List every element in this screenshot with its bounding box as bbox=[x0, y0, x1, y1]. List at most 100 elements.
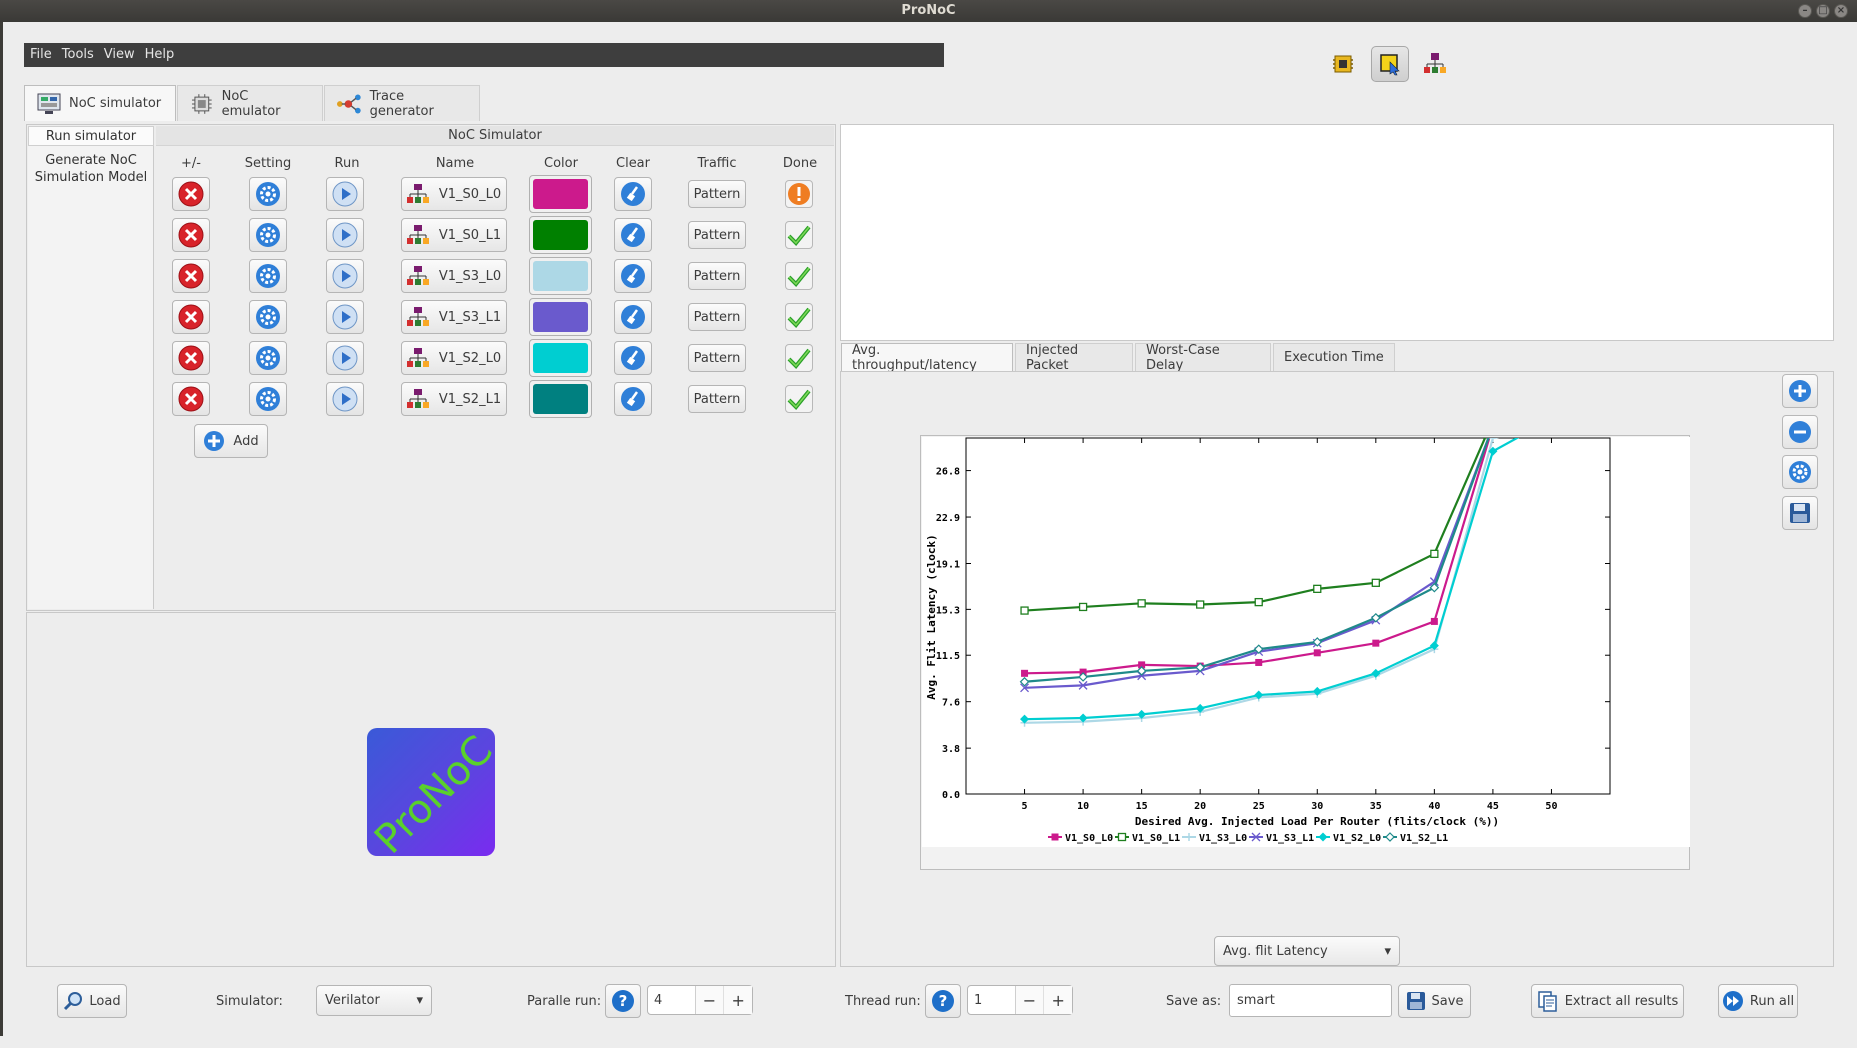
row-clear-button[interactable] bbox=[614, 259, 652, 293]
simulator-icon bbox=[37, 93, 61, 114]
remove-row-button[interactable] bbox=[172, 300, 210, 334]
row-traffic-button[interactable]: Pattern bbox=[688, 344, 746, 372]
zoom-out-button[interactable] bbox=[1782, 415, 1818, 449]
menu-help[interactable]: Help bbox=[140, 43, 180, 67]
load-button[interactable]: Load bbox=[57, 984, 127, 1018]
row-name-button[interactable]: V1_S3_L0 bbox=[401, 259, 507, 293]
row-settings-button[interactable] bbox=[249, 382, 287, 416]
topology-icon[interactable] bbox=[1419, 48, 1451, 80]
check-icon bbox=[787, 225, 811, 246]
tab-noc-simulator[interactable]: NoC simulator bbox=[24, 85, 176, 121]
row-run-button[interactable] bbox=[326, 259, 364, 293]
thread-run-value[interactable]: 1 bbox=[968, 986, 1016, 1014]
row-traffic-button[interactable]: Pattern bbox=[688, 303, 746, 331]
thread-run-stepper[interactable]: 1 − + bbox=[967, 985, 1073, 1015]
tab-trace-generator[interactable]: Trace generator bbox=[324, 85, 480, 121]
sidebar-item-run-simulator[interactable]: Run simulator bbox=[28, 126, 154, 146]
row-run-button[interactable] bbox=[326, 177, 364, 211]
row-color-swatch[interactable] bbox=[529, 380, 592, 418]
simulator-select[interactable]: Verilator ▾ bbox=[316, 985, 432, 1016]
remove-row-button[interactable] bbox=[172, 177, 210, 211]
close-icon[interactable]: × bbox=[1834, 4, 1848, 18]
row-name-button[interactable]: V1_S3_L1 bbox=[401, 300, 507, 334]
row-settings-button[interactable] bbox=[249, 259, 287, 293]
row-name-label: V1_S0_L1 bbox=[438, 227, 502, 243]
decrement-button[interactable]: − bbox=[1015, 986, 1045, 1014]
help-icon: ? bbox=[612, 990, 634, 1012]
row-clear-button[interactable] bbox=[614, 341, 652, 375]
row-clear-button[interactable] bbox=[614, 177, 652, 211]
tab-noc-emulator[interactable]: NoC emulator bbox=[177, 85, 323, 121]
add-button[interactable]: Add bbox=[194, 424, 268, 458]
parallel-help-button[interactable]: ? bbox=[605, 984, 641, 1018]
parallel-run-stepper[interactable]: 4 − + bbox=[647, 985, 753, 1015]
tab-injected-packet[interactable]: Injected Packet bbox=[1015, 343, 1133, 373]
zoom-in-icon bbox=[1789, 380, 1811, 402]
menu-file[interactable]: File bbox=[24, 43, 57, 67]
play-icon bbox=[332, 304, 358, 330]
maximize-icon[interactable]: □ bbox=[1816, 4, 1830, 18]
row-traffic-button[interactable]: Pattern bbox=[688, 262, 746, 290]
row-traffic-button[interactable]: Pattern bbox=[688, 221, 746, 249]
thread-help-button[interactable]: ? bbox=[925, 984, 961, 1018]
row-settings-button[interactable] bbox=[249, 300, 287, 334]
save-chart-button[interactable] bbox=[1782, 496, 1818, 530]
data-point bbox=[1051, 833, 1059, 841]
x-tick-label: 35 bbox=[1370, 801, 1382, 812]
x-tick-label: 15 bbox=[1136, 801, 1148, 812]
increment-button[interactable]: + bbox=[1044, 986, 1072, 1014]
row-color-swatch[interactable] bbox=[529, 175, 592, 213]
parallel-run-label: Paralle run: bbox=[527, 994, 602, 1009]
row-color-swatch[interactable] bbox=[529, 339, 592, 377]
row-run-button[interactable] bbox=[326, 300, 364, 334]
row-run-button[interactable] bbox=[326, 341, 364, 375]
row-name-button[interactable]: V1_S2_L0 bbox=[401, 341, 507, 375]
zoom-in-button[interactable] bbox=[1782, 374, 1818, 408]
chart-settings-button[interactable] bbox=[1782, 455, 1818, 489]
row-done-status bbox=[785, 262, 813, 290]
increment-button[interactable]: + bbox=[724, 986, 752, 1014]
extract-all-results-button[interactable]: Extract all results bbox=[1531, 984, 1684, 1018]
select-tool-icon[interactable] bbox=[1371, 46, 1409, 82]
save-as-input[interactable]: smart bbox=[1229, 984, 1392, 1017]
row-settings-button[interactable] bbox=[249, 177, 287, 211]
row-color-swatch[interactable] bbox=[529, 216, 592, 254]
menu-view[interactable]: View bbox=[99, 43, 140, 67]
row-clear-button[interactable] bbox=[614, 382, 652, 416]
traffic-label: Pattern bbox=[693, 309, 741, 325]
run-all-button[interactable]: Run all bbox=[1718, 984, 1798, 1018]
tab-execution-time[interactable]: Execution Time bbox=[1273, 343, 1395, 371]
column-header-setting: Setting bbox=[244, 156, 292, 171]
row-settings-button[interactable] bbox=[249, 341, 287, 375]
sidebar-item-generate-model[interactable]: Generate NoC Simulation Model bbox=[28, 146, 154, 192]
row-name-button[interactable]: V1_S0_L0 bbox=[401, 177, 507, 211]
y-tick-label: 3.8 bbox=[942, 744, 960, 755]
row-color-swatch[interactable] bbox=[529, 257, 592, 295]
row-name-button[interactable]: V1_S0_L1 bbox=[401, 218, 507, 252]
minimize-icon[interactable]: – bbox=[1798, 4, 1812, 18]
remove-row-button[interactable] bbox=[172, 218, 210, 252]
tab-worst-case-delay[interactable]: Worst-Case Delay bbox=[1135, 343, 1271, 373]
row-color-swatch[interactable] bbox=[529, 298, 592, 336]
remove-row-button[interactable] bbox=[172, 382, 210, 416]
clear-brush-icon bbox=[621, 346, 645, 370]
row-clear-button[interactable] bbox=[614, 218, 652, 252]
row-run-button[interactable] bbox=[326, 218, 364, 252]
row-clear-button[interactable] bbox=[614, 300, 652, 334]
clear-brush-icon bbox=[621, 264, 645, 288]
row-settings-button[interactable] bbox=[249, 218, 287, 252]
row-traffic-button[interactable]: Pattern bbox=[688, 180, 746, 208]
remove-row-button[interactable] bbox=[172, 341, 210, 375]
menu-tools[interactable]: Tools bbox=[57, 43, 99, 67]
metric-select[interactable]: Avg. flit Latency ▾ bbox=[1214, 936, 1400, 966]
row-run-button[interactable] bbox=[326, 382, 364, 416]
parallel-run-value[interactable]: 4 bbox=[648, 986, 696, 1014]
tab-throughput-latency[interactable]: Avg. throughput/latency bbox=[841, 343, 1013, 373]
remove-row-button[interactable] bbox=[172, 259, 210, 293]
row-traffic-button[interactable]: Pattern bbox=[688, 385, 746, 413]
row-done-status bbox=[785, 221, 813, 249]
row-name-button[interactable]: V1_S2_L1 bbox=[401, 382, 507, 416]
decrement-button[interactable]: − bbox=[695, 986, 725, 1014]
save-button[interactable]: Save bbox=[1398, 984, 1471, 1018]
chip-icon[interactable] bbox=[1327, 48, 1359, 80]
